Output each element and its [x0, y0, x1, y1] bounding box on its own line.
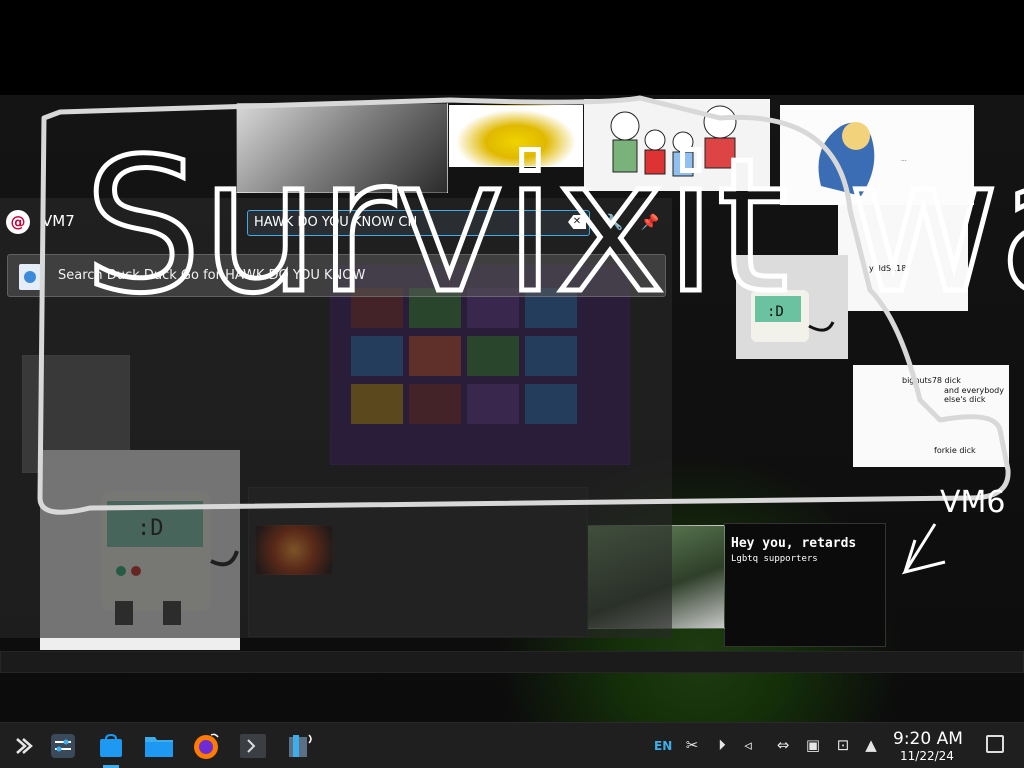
- web-search-icon: [19, 264, 41, 290]
- network-icon[interactable]: ⊡: [833, 735, 853, 755]
- expand-tray-icon[interactable]: ▲: [861, 735, 881, 755]
- show-desktop-icon[interactable]: [986, 735, 1004, 753]
- svg-text::D: :D: [767, 304, 784, 320]
- keyboard-layout-indicator[interactable]: EN: [654, 739, 672, 753]
- inner-windows-taskbar: [0, 651, 1024, 673]
- desktop: ... yeldS118 :D bignuts78 dick and every…: [0, 0, 1024, 722]
- search-result-label: Search Duck Duck Go for HAWK DO YOU KNOW: [58, 268, 366, 283]
- yellow-blob-image: [449, 105, 583, 167]
- system-settings-icon[interactable]: [45, 729, 81, 763]
- launcher-app-name: VM7: [42, 212, 75, 230]
- firefox-icon[interactable]: [188, 729, 224, 763]
- svg-text:...: ...: [901, 156, 907, 163]
- panel-taskbar: EN ✂ ⏵ ◃ ⇔ ▣ ⊡ ▲ 9:20 AM 11/22/24: [0, 722, 1024, 768]
- hey-title: Hey you, retards: [731, 536, 857, 551]
- launcher-header: @ VM7 HAWK DO YOU KNOW CH ✕ 🔧 📌: [0, 198, 672, 248]
- usb-icon[interactable]: ⇔: [773, 735, 793, 755]
- cat-sketch: yeldS118: [838, 205, 968, 311]
- pin-icon[interactable]: 📌: [639, 211, 661, 233]
- search-input[interactable]: HAWK DO YOU KNOW CH: [247, 210, 590, 236]
- konsole-icon[interactable]: [235, 729, 271, 763]
- hey-subtitle: Lgbtq supporters: [731, 554, 818, 564]
- blue-cat-drawing: ...: [780, 105, 974, 205]
- doc-line-3: forkie dick: [934, 446, 976, 455]
- discover-icon[interactable]: [93, 729, 129, 768]
- scissors-icon[interactable]: ✂: [682, 735, 702, 755]
- wrench-icon[interactable]: 🔧: [603, 211, 625, 233]
- cat-caption: yeldS118: [869, 264, 907, 273]
- robot-photo: :D: [736, 255, 848, 359]
- file-manager-icon[interactable]: [141, 729, 177, 763]
- text-doc-image: bignuts78 dick and everybody else's dick…: [853, 365, 1009, 467]
- search-result-item[interactable]: Search Duck Duck Go for HAWK DO YOU KNOW: [7, 254, 666, 297]
- discord-screenshot: Hey you, retards Lgbtq supporters: [724, 523, 886, 647]
- doc-line-2: and everybody else's dick: [944, 386, 1004, 404]
- clock-time[interactable]: 9:20 AM: [893, 729, 963, 749]
- doc-line-1: bignuts78 dick: [902, 376, 961, 385]
- application-launcher-icon[interactable]: [4, 729, 40, 763]
- race-car-image: [236, 103, 448, 193]
- media-player-icon[interactable]: ⏵: [712, 735, 732, 755]
- cartoon-people-image: [584, 99, 770, 191]
- clipboard-icon[interactable]: ▣: [803, 735, 823, 755]
- video-app-icon[interactable]: [282, 729, 318, 763]
- volume-icon[interactable]: ◃: [738, 735, 758, 755]
- krunner-launcher: @ VM7 HAWK DO YOU KNOW CH ✕ 🔧 📌 Search D…: [0, 198, 672, 638]
- clock-date[interactable]: 11/22/24: [900, 749, 954, 763]
- debian-logo-icon: @: [6, 210, 30, 234]
